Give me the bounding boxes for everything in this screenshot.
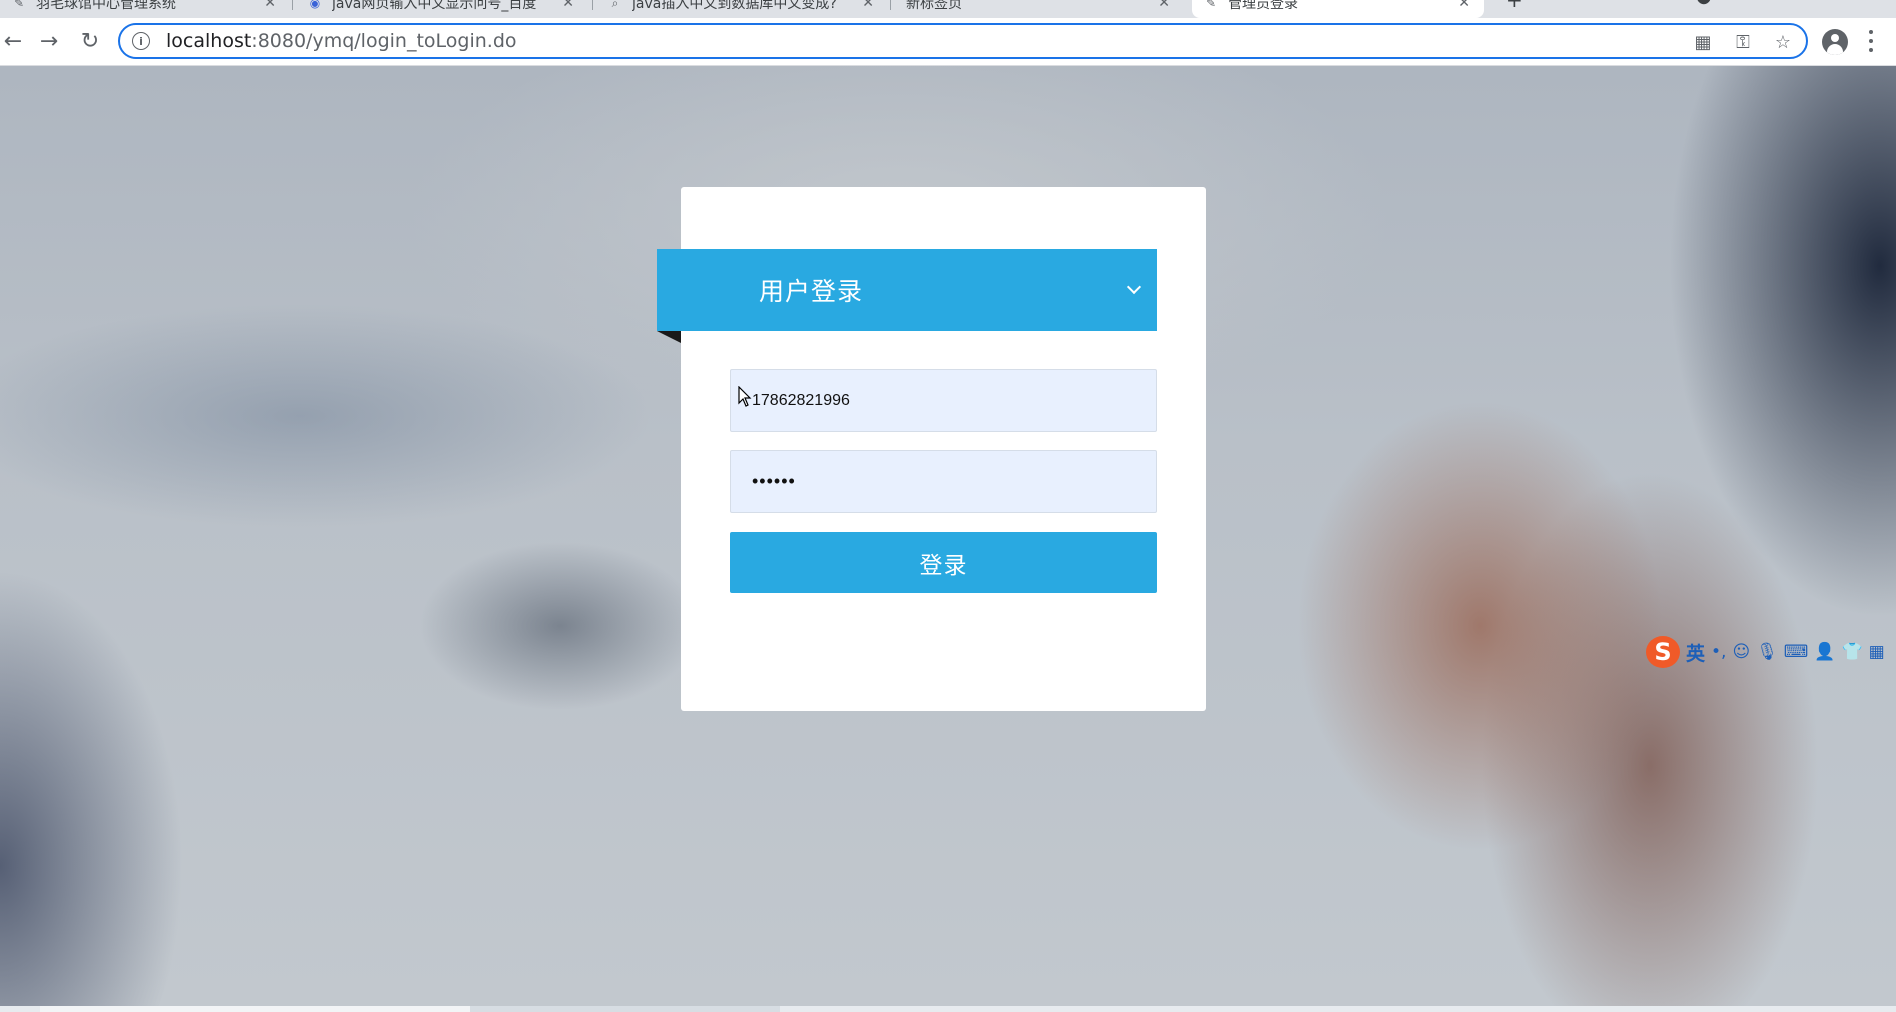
- ime-toolbar: S 英 •, ☺ 🎙 ⌨ 👤 👕 ▦: [1646, 636, 1896, 668]
- address-bar-actions: ▦ ⚿ ☆: [1690, 29, 1796, 55]
- tab-strip: ✎ 羽毛球馆中心管理系统 ✕ ◉ java网页输入中文显示问号_百度 ✕ ⌕ j…: [0, 0, 1896, 18]
- tab-divider: [592, 0, 593, 10]
- tab-badminton[interactable]: ✎ 羽毛球馆中心管理系统 ✕: [0, 0, 290, 18]
- reload-icon[interactable]: ↻: [77, 28, 103, 54]
- mouse-cursor-icon: [738, 386, 752, 407]
- address-bar[interactable]: i localhost:8080/ymq/login_toLogin.do ▦ …: [118, 23, 1808, 59]
- tab-title: java网页输入中文显示问号_百度: [332, 0, 537, 12]
- profile-avatar-icon[interactable]: [1822, 29, 1848, 55]
- ime-logo-icon[interactable]: S: [1646, 636, 1680, 668]
- skin-shirt-icon[interactable]: 👕: [1842, 642, 1863, 662]
- user-icon[interactable]: 👤: [1814, 642, 1835, 662]
- login-button[interactable]: 登录: [730, 532, 1157, 593]
- key-icon[interactable]: ⚿: [1730, 29, 1756, 55]
- url-path: :8080/ymq/login_toLogin.do: [251, 30, 517, 52]
- close-tab-icon[interactable]: ✕: [1158, 0, 1170, 11]
- baidu-favicon-icon: ◉: [309, 0, 321, 10]
- close-tab-icon[interactable]: ✕: [1458, 0, 1470, 11]
- tab-title: 管理员登录: [1228, 0, 1298, 12]
- browser-menu-icon[interactable]: [1868, 30, 1874, 52]
- url-text: localhost:8080/ymq/login_toLogin.do: [166, 30, 517, 52]
- close-tab-icon[interactable]: ✕: [264, 0, 276, 11]
- new-tab-icon[interactable]: +: [1506, 0, 1523, 12]
- microphone-icon[interactable]: 🎙: [1756, 642, 1778, 662]
- tab-search-icon[interactable]: ●: [1696, 0, 1712, 7]
- tab-admin-login[interactable]: ✎ 管理员登录 ✕: [1192, 0, 1484, 18]
- tab-title: java插入中文到数据库中文变成?: [632, 0, 837, 12]
- chevron-down-icon: [1126, 279, 1142, 295]
- keyboard-icon[interactable]: ⌨: [1784, 642, 1809, 662]
- tab-title: 羽毛球馆中心管理系统: [36, 0, 176, 12]
- emoji-icon[interactable]: ☺: [1732, 642, 1750, 662]
- close-tab-icon[interactable]: ✕: [862, 0, 874, 11]
- toolbox-grid-icon[interactable]: ▦: [1869, 642, 1885, 662]
- page-favicon-icon: ✎: [1205, 0, 1217, 10]
- ribbon-fold: [657, 331, 681, 343]
- tab-title: 新标签页: [906, 0, 962, 12]
- back-arrow-icon[interactable]: ←: [0, 28, 26, 54]
- page-favicon-icon: ✎: [13, 0, 25, 10]
- tab-java-db[interactable]: ⌕ java插入中文到数据库中文变成? ✕: [596, 0, 888, 18]
- tab-baidu-search[interactable]: ◉ java网页输入中文显示问号_百度 ✕: [296, 0, 588, 18]
- page-bottom-strip: [0, 1006, 1896, 1012]
- tab-divider: [890, 0, 891, 10]
- search-favicon-icon: ⌕: [611, 0, 619, 10]
- login-title: 用户登录: [759, 277, 864, 306]
- bookmark-star-icon[interactable]: ☆: [1770, 29, 1796, 55]
- login-header-ribbon: 用户登录: [657, 249, 1157, 331]
- punctuation-icon[interactable]: •,: [1711, 642, 1726, 662]
- forward-arrow-icon[interactable]: →: [36, 28, 62, 54]
- url-host: localhost: [166, 30, 252, 52]
- browser-toolbar: ← → ↻ i localhost:8080/ymq/login_toLogin…: [0, 18, 1896, 66]
- site-info-icon[interactable]: i: [132, 32, 150, 50]
- password-input[interactable]: ••••••: [730, 450, 1157, 513]
- ime-language-toggle[interactable]: 英: [1686, 639, 1705, 666]
- username-input[interactable]: 17862821996: [730, 369, 1157, 432]
- translate-icon[interactable]: ▦: [1690, 29, 1716, 55]
- minimize-icon[interactable]: —: [1810, 0, 1828, 7]
- tab-new-tab[interactable]: 新标签页 ✕: [894, 0, 1184, 18]
- close-tab-icon[interactable]: ✕: [562, 0, 574, 11]
- tab-divider: [292, 0, 293, 10]
